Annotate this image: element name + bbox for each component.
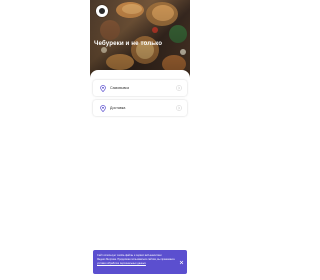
logo-mark — [99, 8, 105, 14]
delivery-option[interactable]: Доставка — [93, 100, 187, 116]
cookie-notice-text: Сайт использует cookie-файлы и сервис ве… — [97, 254, 179, 265]
app-screen: Чебуреки и не только Самовывоз Доставка … — [90, 0, 190, 280]
brand-logo[interactable] — [96, 5, 108, 17]
pickup-icon — [99, 84, 107, 92]
hero-title: Чебуреки и не только — [94, 40, 163, 47]
close-icon[interactable] — [178, 259, 184, 265]
cookie-notice: Сайт использует cookie-файлы и сервис ве… — [93, 250, 187, 274]
delivery-icon — [99, 104, 107, 112]
order-type-card: Самовывоз Доставка — [90, 70, 190, 280]
delivery-label: Доставка — [110, 106, 126, 110]
chevron-right-icon — [175, 105, 182, 112]
chevron-right-icon — [175, 85, 182, 92]
pickup-option[interactable]: Самовывоз — [93, 80, 187, 96]
cookie-notice-message: Сайт использует cookie-файлы и сервис ве… — [97, 254, 175, 261]
pickup-label: Самовывоз — [110, 86, 130, 90]
privacy-policy-link[interactable]: условия обработки персональных данных — [97, 262, 146, 265]
